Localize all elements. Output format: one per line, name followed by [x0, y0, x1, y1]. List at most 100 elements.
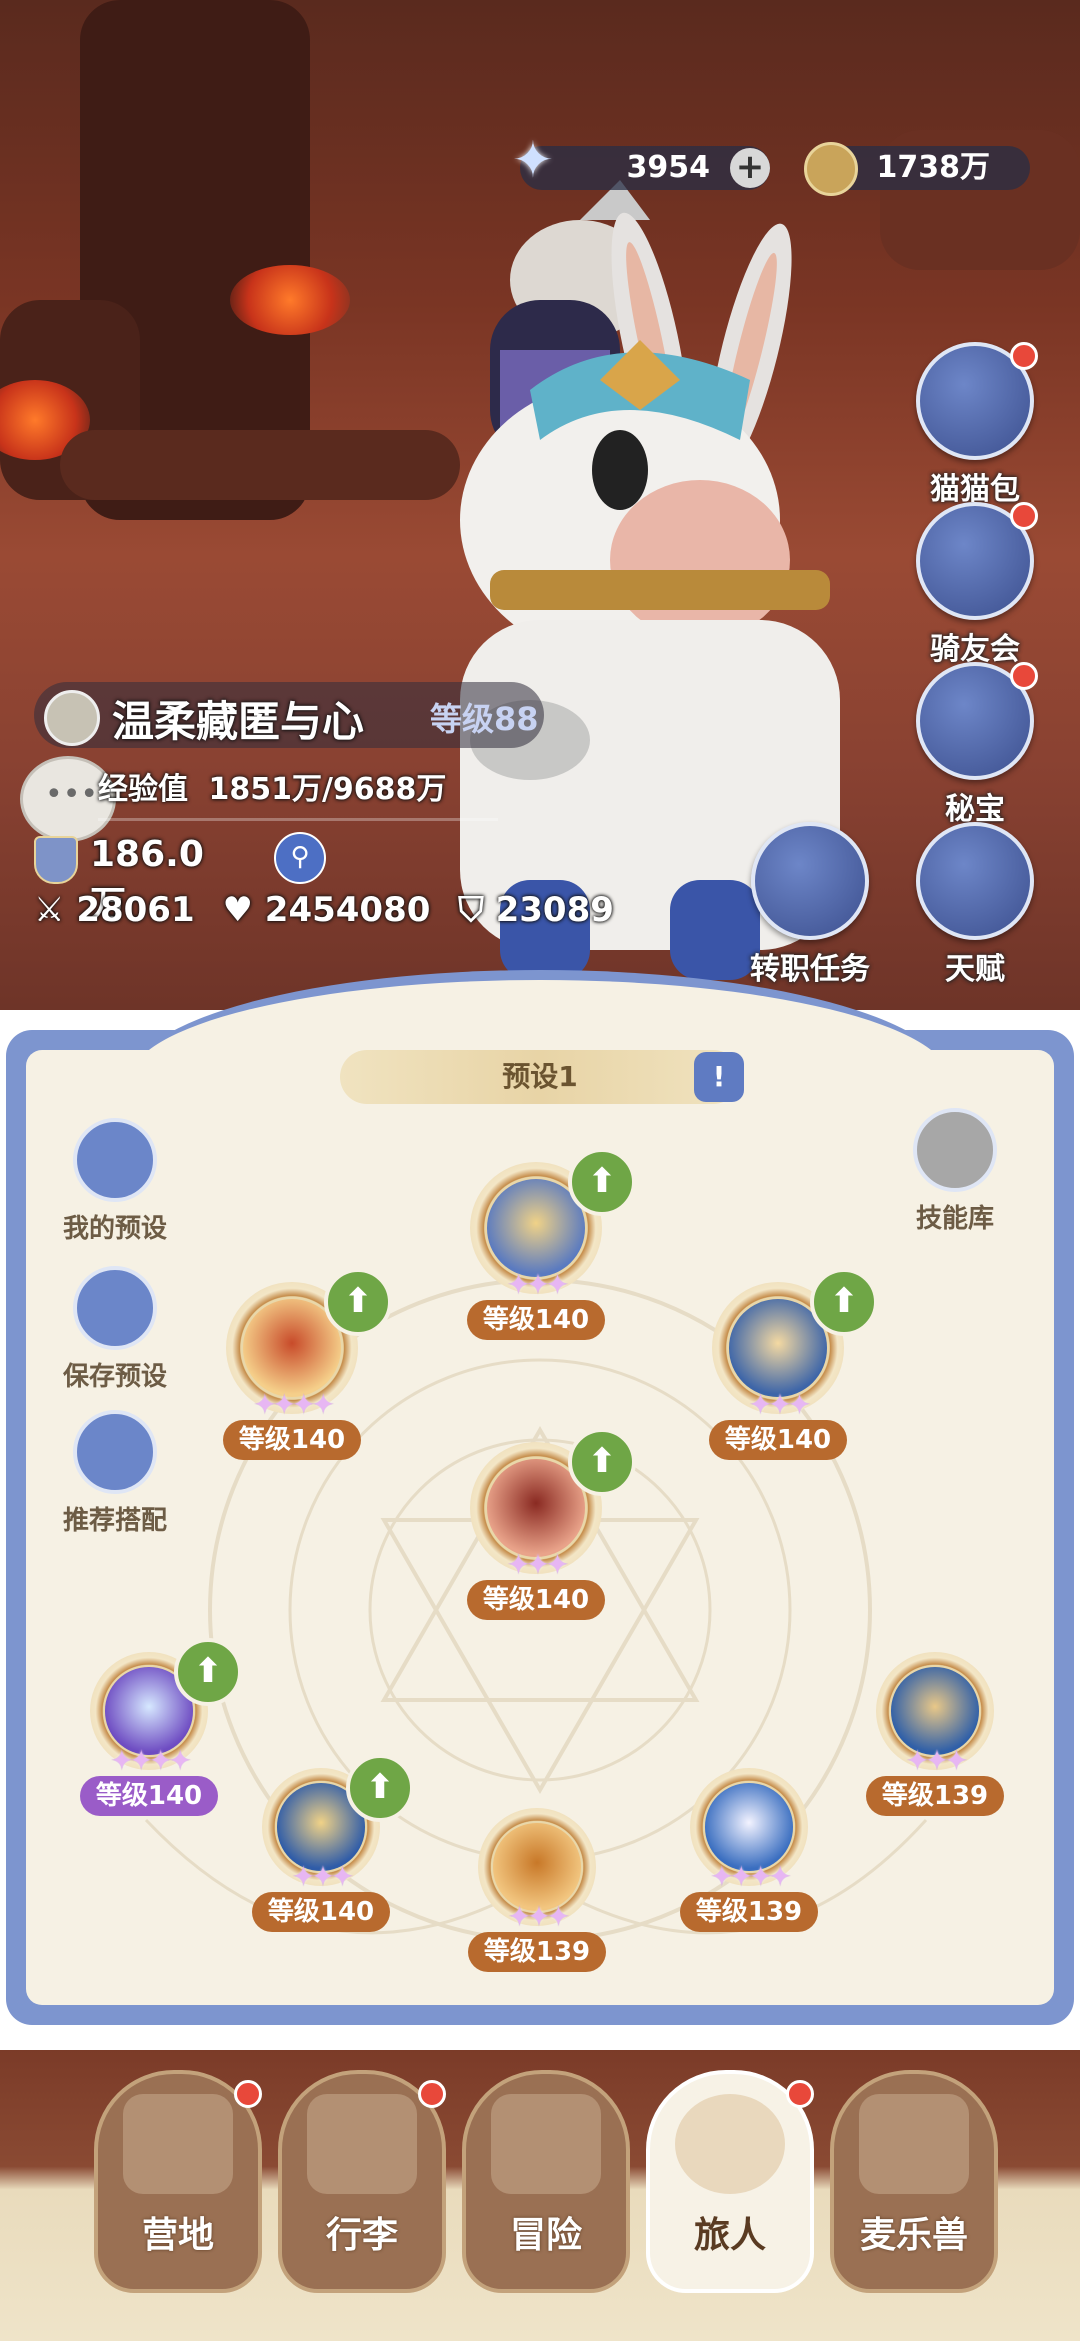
upgrade-arrow-icon[interactable]: ⬆ — [324, 1268, 392, 1336]
nav-tab-label: 行李 — [325, 2215, 398, 2256]
upgrade-arrow-icon[interactable]: ⬆ — [568, 1148, 636, 1216]
skill-star-rating: ✦✦✦ — [506, 1268, 569, 1301]
notification-dot — [1010, 502, 1038, 530]
notification-dot — [1010, 662, 1038, 690]
skill-level-badge: 等级139 — [679, 1892, 819, 1932]
notification-dot — [786, 2080, 814, 2108]
exp-underline — [98, 818, 498, 821]
skill-emblem-icon — [891, 1667, 979, 1755]
lava-pool-center — [230, 265, 350, 335]
nav-tab-camp[interactable]: 营地 — [94, 2070, 262, 2293]
rock-ledge — [60, 430, 460, 500]
coin-amount: 1738万 — [876, 150, 991, 185]
star-crystal-icon: ✦ — [512, 131, 554, 189]
upgrade-arrow-icon[interactable]: ⬆ — [810, 1268, 878, 1336]
skill-star-rating: ✦✦✦ — [748, 1388, 811, 1421]
skill-slot[interactable]: ✦✦✦ 等级139 — [856, 1652, 1014, 1816]
skill-star-rating: ✦✦✦ — [506, 1548, 569, 1581]
side-item-treasure[interactable]: 秘宝 — [890, 662, 1060, 828]
skill-slot[interactable]: ✦✦✦ 等级139 — [458, 1808, 616, 1972]
shield-icon: ⛉ — [458, 890, 484, 930]
treasure-chest-icon — [916, 662, 1038, 780]
attack-icon: ⚔ — [34, 890, 65, 930]
coin-icon — [804, 142, 858, 196]
skill-star-rating: ✦✦✦✦ — [710, 1860, 792, 1893]
side-item-talent[interactable]: 天赋 — [890, 822, 1060, 988]
skill-level-badge: 等级140 — [708, 1420, 848, 1460]
recommended-build-button[interactable]: 推荐搭配 — [40, 1410, 190, 1537]
skill-level-badge: 等级140 — [251, 1892, 391, 1932]
nav-tab-label: 营地 — [141, 2215, 214, 2256]
recommend-icon — [73, 1410, 157, 1494]
notification-dot — [1010, 342, 1038, 370]
search-icon[interactable]: ⚲ — [274, 832, 326, 884]
side-item-cat-bag[interactable]: 猫猫包 — [890, 342, 1060, 508]
save-disk-icon — [73, 1266, 157, 1350]
skill-star-rating: ✦✦✦ — [905, 1744, 968, 1777]
exp-label: 经验值 — [98, 772, 188, 807]
upgrade-arrow-icon[interactable]: ⬆ — [174, 1638, 242, 1706]
skill-level-badge: 等级140 — [466, 1300, 606, 1340]
my-presets-label: 我的预设 — [62, 1214, 167, 1244]
save-preset-label: 保存预设 — [62, 1362, 167, 1392]
moon-star-icon — [913, 1108, 997, 1192]
recommended-build-label: 推荐搭配 — [62, 1506, 167, 1536]
nav-tab-luggage[interactable]: 行李 — [278, 2070, 446, 2293]
luggage-icon — [307, 2094, 417, 2194]
skill-star-rating: ✦✦✦✦ — [253, 1388, 335, 1421]
skill-level-badge: 等级140 — [466, 1580, 606, 1620]
skill-slot[interactable]: ✦✦✦✦ 等级139 — [670, 1768, 828, 1932]
notification-dot — [418, 2080, 446, 2108]
skill-star-rating: ✦✦✦ — [291, 1860, 354, 1893]
nav-tab-traveler[interactable]: 旅人 — [646, 2070, 814, 2293]
job-change-task-button[interactable]: 转职任务 — [725, 822, 895, 988]
nav-tab-label: 旅人 — [693, 2215, 766, 2256]
skill-slot[interactable]: ⬆ ✦✦✦ 等级140 — [692, 1268, 878, 1460]
preset-selector[interactable]: 预设1 ! — [340, 1050, 744, 1104]
nav-tab-label: 冒险 — [509, 2215, 582, 2256]
my-presets-button[interactable]: 我的预设 — [40, 1118, 190, 1245]
skill-slot[interactable]: ⬆ ✦✦✦ 等级140 — [242, 1754, 414, 1932]
nav-tab-pets[interactable]: 麦乐兽 — [830, 2070, 998, 2293]
stats-row: ⚔ 28061 ♥ 2454080 ⛉ 23089 — [34, 890, 614, 930]
coin-currency: 1738万 — [804, 142, 1030, 196]
side-item-riding-club[interactable]: 骑友会 — [890, 502, 1060, 668]
cat-bag-icon — [916, 342, 1038, 460]
skill-level-badge: 等级139 — [467, 1932, 607, 1972]
talent-head-icon — [916, 822, 1034, 940]
skill-library-button[interactable]: 技能库 — [880, 1108, 1030, 1235]
crossed-swords-icon — [491, 2094, 601, 2194]
skill-library-label: 技能库 — [915, 1204, 994, 1234]
save-preset-button[interactable]: 保存预设 — [40, 1266, 190, 1393]
exp-value: 1851万/9688万 — [208, 772, 447, 807]
skill-slot[interactable]: ⬆ ✦✦✦✦ 等级140 — [206, 1268, 392, 1460]
notification-dot — [234, 2080, 262, 2108]
class-emblem-icon — [44, 690, 100, 746]
horse-head-icon — [916, 502, 1038, 620]
heart-icon: ♥ — [222, 890, 253, 930]
skill-star-rating: ✦✦✦✦ — [110, 1744, 192, 1777]
skill-slot[interactable]: ⬆ ✦✦✦ 等级140 — [450, 1428, 636, 1620]
traveler-avatar-icon — [675, 2094, 785, 2194]
skill-slot[interactable]: ⬆ ✦✦✦✦ 等级140 — [70, 1638, 242, 1816]
skill-emblem-icon — [705, 1783, 793, 1871]
add-currency-button[interactable]: + — [730, 148, 770, 188]
skill-star-rating: ✦✦✦ — [507, 1900, 570, 1933]
defense-value: 23089 — [495, 890, 614, 930]
skill-slot[interactable]: ⬆ ✦✦✦ 等级140 — [450, 1148, 636, 1340]
skill-emblem-icon — [493, 1823, 581, 1911]
nav-tab-adventure[interactable]: 冒险 — [462, 2070, 630, 2293]
castle-icon — [123, 2094, 233, 2194]
cards-icon — [73, 1118, 157, 1202]
preset-edit-icon[interactable]: ! — [694, 1052, 744, 1102]
skill-level-badge: 等级140 — [79, 1776, 219, 1816]
exp-row: 经验值 1851万/9688万 — [98, 764, 446, 808]
upgrade-arrow-icon[interactable]: ⬆ — [346, 1754, 414, 1822]
chat-bubble-icon: ••• — [45, 777, 99, 812]
hp-value: 2454080 — [264, 890, 431, 930]
upgrade-arrow-icon[interactable]: ⬆ — [568, 1428, 636, 1496]
skill-level-badge: 等级140 — [222, 1420, 362, 1460]
fox-icon — [859, 2094, 969, 2194]
job-task-label: 转职任务 — [750, 952, 870, 987]
preset-name: 预设1 — [502, 1060, 578, 1093]
